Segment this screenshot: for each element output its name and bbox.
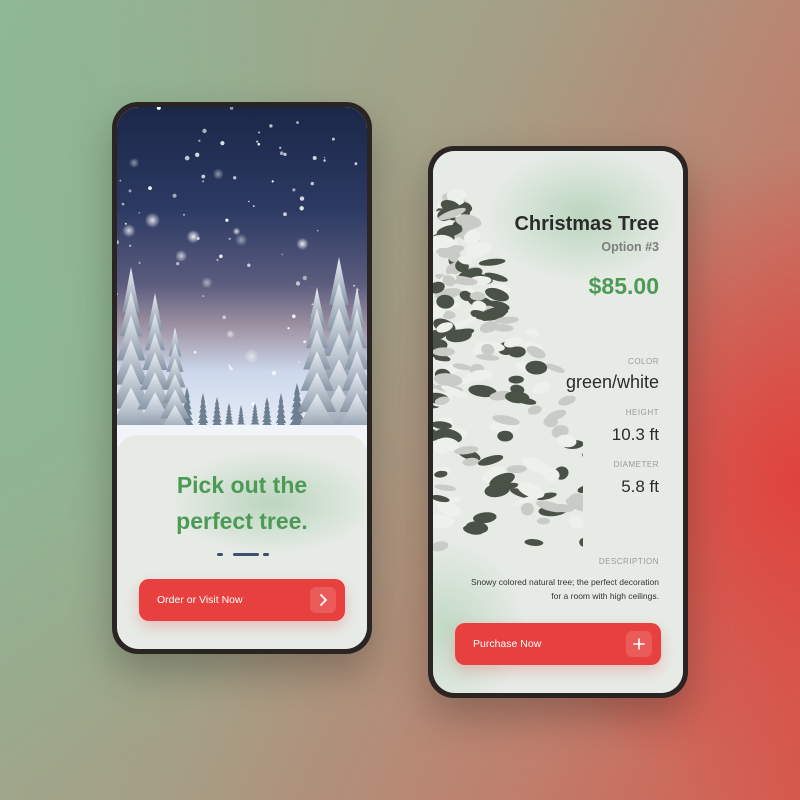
color-value: green/white [565, 372, 659, 392]
height-value: 10.3 ft [611, 425, 659, 444]
christmas-tree-image [433, 188, 583, 552]
product-price: $85.00 [588, 273, 659, 299]
purchase-now-button[interactable]: Purchase Now [455, 623, 661, 665]
headline-line-1: Pick out the [176, 472, 308, 498]
color-label: COLOR [628, 357, 659, 366]
description-text: Snowy colored natural tree; the perfect … [470, 577, 659, 601]
diameter-value: 5.8 ft [621, 477, 659, 496]
snowy-forest-image [117, 107, 367, 447]
page-indicator [117, 553, 367, 557]
plus-icon [626, 631, 652, 657]
headline-line-2: perfect tree. [176, 508, 308, 534]
chevron-right-icon [310, 587, 336, 613]
page-dot-active[interactable] [233, 553, 259, 556]
purchase-button-label: Purchase Now [473, 638, 542, 650]
order-or-visit-button[interactable]: Order or Visit Now [139, 579, 345, 621]
diameter-label: DIAMETER [613, 460, 659, 469]
product-phone: Christmas Tree Option #3 $85.00 COLOR gr… [428, 146, 688, 698]
height-label: HEIGHT [625, 408, 659, 417]
product-screen: Christmas Tree Option #3 $85.00 COLOR gr… [433, 151, 683, 693]
product-title: Christmas Tree [514, 213, 659, 235]
onboarding-phone: Pick out the perfect tree. Order or Visi… [112, 102, 372, 654]
description-label: DESCRIPTION [598, 557, 659, 566]
onboarding-screen: Pick out the perfect tree. Order or Visi… [117, 107, 367, 649]
page-dot[interactable] [217, 553, 223, 556]
page-dot[interactable] [263, 553, 269, 556]
product-option: Option #3 [601, 240, 659, 254]
order-button-label: Order or Visit Now [157, 594, 243, 606]
